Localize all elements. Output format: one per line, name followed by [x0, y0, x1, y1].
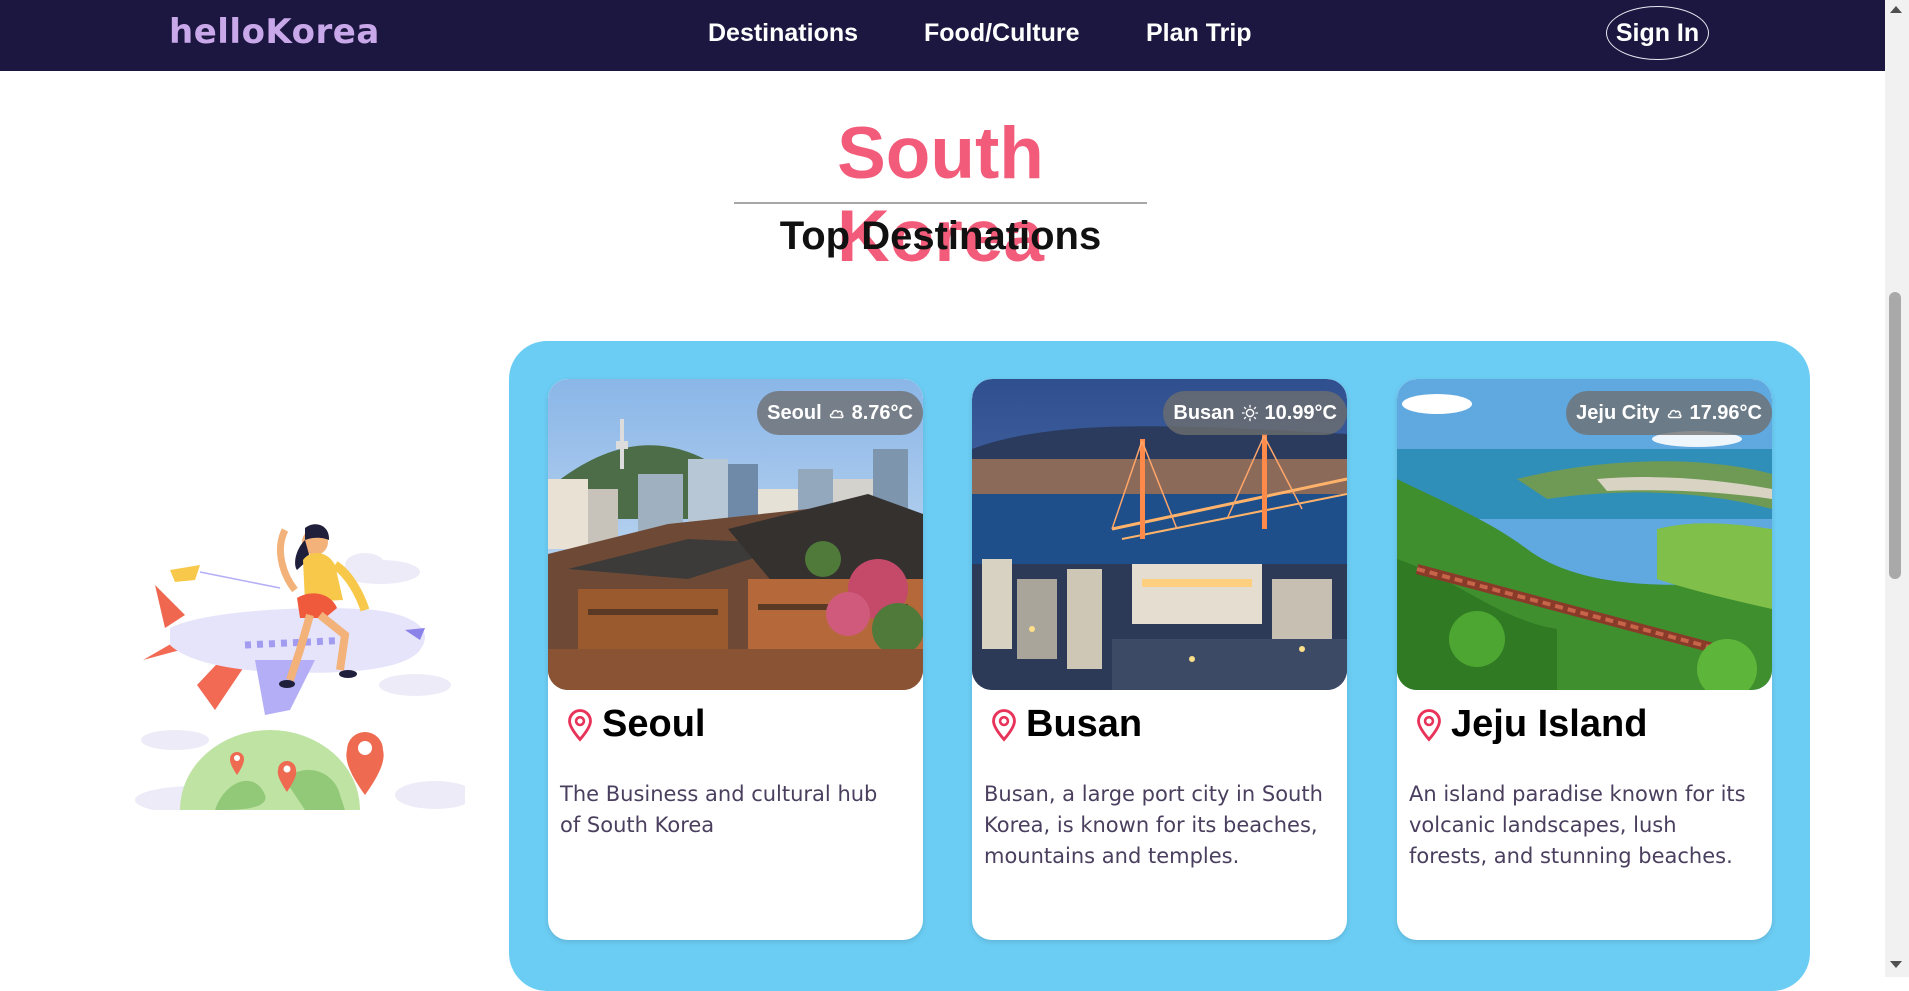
temperature-seoul: 8.76°C [851, 401, 913, 424]
nav-link-destinations[interactable]: Destinations [708, 19, 858, 48]
cloud-icon [1667, 409, 1682, 419]
card-description: An island paradise known for its volcani… [1409, 782, 1746, 868]
sign-in-button[interactable]: Sign In [1606, 6, 1709, 60]
card-description: The Business and cultural hub of South K… [560, 782, 878, 837]
section-subtitle: Top Destinations [779, 214, 1102, 258]
location-pin-icon [992, 708, 1016, 742]
location-pin-icon [568, 708, 592, 742]
weather-badge-busan: Busan 10.99°C [1163, 391, 1347, 435]
sun-icon [1241, 404, 1258, 422]
weather-badge-seoul: Seoul 8.76°C [757, 391, 923, 435]
nav-link-plan-trip[interactable]: Plan Trip [1146, 19, 1252, 48]
card-city-name: Jeju Island [1451, 703, 1648, 745]
card-city-name: Seoul [602, 703, 706, 745]
destination-card-busan[interactable]: Busan 10.99°C Busan Busan, a large port … [972, 379, 1347, 940]
scroll-up-arrow-icon[interactable] [1890, 6, 1902, 13]
card-city-name: Busan [1026, 703, 1143, 745]
weather-city-seoul: Seoul [767, 401, 822, 424]
card-title-busan: Busan [988, 703, 1142, 746]
card-description: Busan, a large port city in South Korea,… [984, 782, 1323, 868]
scroll-down-arrow-icon[interactable] [1890, 961, 1902, 968]
weather-city-busan: Busan [1173, 401, 1235, 424]
destination-card-seoul[interactable]: Seoul 8.76°C Seoul The Business and cult… [548, 379, 923, 940]
location-pin-icon [1417, 708, 1441, 742]
scrollbar-thumb[interactable] [1889, 292, 1901, 579]
cloud-icon [829, 409, 844, 419]
weather-badge-jeju: Jeju City 17.96°C [1566, 391, 1772, 435]
nav-link-food-culture[interactable]: Food/Culture [924, 19, 1080, 48]
busan-photo: Busan 10.99°C [972, 379, 1347, 690]
travel-illustration [135, 524, 465, 810]
brand-logo[interactable]: helloKorea [169, 12, 380, 52]
weather-city-jeju: Jeju City [1576, 401, 1660, 424]
card-title-seoul: Seoul [564, 703, 705, 746]
temperature-busan: 10.99°C [1264, 401, 1338, 424]
seoul-photo: Seoul 8.76°C [548, 379, 923, 690]
card-title-jeju: Jeju Island [1413, 703, 1647, 746]
destination-card-jeju[interactable]: Jeju City 17.96°C Jeju Island An island … [1397, 379, 1772, 940]
top-navbar: helloKorea Destinations Food/Culture Pla… [0, 0, 1885, 71]
temperature-jeju: 17.96°C [1689, 401, 1763, 424]
title-divider [734, 202, 1147, 204]
jeju-photo: Jeju City 17.96°C [1397, 379, 1772, 690]
